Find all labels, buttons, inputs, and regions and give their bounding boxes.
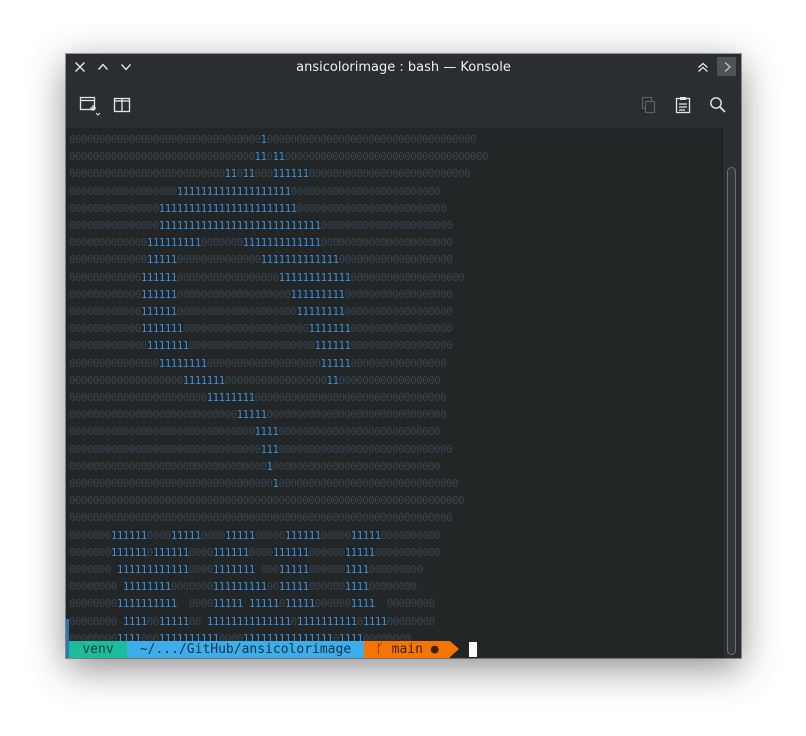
terminal-line: 0000000000000000000000000000000000000000… [69,494,464,508]
paste-icon[interactable] [672,94,694,116]
titlebar[interactable]: ansicolorimage : bash — Konsole [66,54,741,81]
terminal-line: 0000000000000000000000000000000001000000… [69,459,441,473]
terminal-line: 0000000000000000000000011111111000000000… [69,391,447,405]
terminal-line: 0000000000000000000000000011011000111111… [69,167,471,181]
terminal-line: 0000000000000000000000000000000011100000… [69,442,453,456]
konsole-window: ansicolorimage : bash — Konsole 00000000… [66,54,741,658]
terminal-line: 0000000000000001111111111111111111111111… [69,219,453,233]
terminal-line: 00000000 1111001111100 11111111111111011… [69,614,435,628]
terminal-line: 0000000000001111110000000000000000011111… [69,270,465,284]
terminal-line: 0000000000000000000000000000000000100000… [69,477,459,491]
terminal-line: 0000000000000001111111100000000000000000… [69,356,447,370]
terminal-line: 0000000000000111111111000000011111111111… [69,236,453,250]
terminal-line: 0000000000001111110000000000000000000011… [69,305,453,319]
prompt-venv-segment: venv [69,641,127,658]
terminal-line: 0000000000000000001111111111111111111000… [69,184,441,198]
toolbar [66,81,741,129]
terminal-line: 0000000111111011111100001111110000111111… [69,545,441,559]
prompt-path-segment: ~/.../GitHub/ansicolorimage [127,641,364,658]
copy-icon[interactable] [637,94,659,116]
terminal-view[interactable]: 0000000000000000000000000000000010000000… [66,128,722,658]
terminal-line: 0000000000000001111111111111111111111100… [69,201,447,215]
shell-prompt: venv ~/.../GitHub/ansicolorimage ᚴ main … [66,619,722,658]
terminal-line: 0000000000000111110000000000000011111111… [69,253,453,267]
prompt-git-branch: ᚴ main ● [376,642,439,657]
prompt-separator [450,641,459,657]
search-icon[interactable] [707,94,729,116]
terminal-line: 00000000 1111111100000001111111110011111… [69,580,417,594]
prompt-git-segment: ᚴ main ● [364,641,450,658]
terminal-line: 0000000000000000000000000000000111100000… [69,425,441,439]
terminal-line: 0000000000000000000000000000000110110000… [69,150,489,164]
terminal-line: 0000000000001111110000000000000000000111… [69,287,453,301]
terminal-line: 0000000 11111111111100001111111 00011111… [69,563,423,577]
terminal-line: 0000000000000111111100000000000000000000… [69,339,453,353]
new-tab-icon[interactable] [78,94,100,116]
ansi-image-output: 0000000000000000000000000000000010000000… [69,131,488,647]
text-cursor [469,642,477,657]
terminal-line: 0000000000000000000000000000000010000000… [69,133,476,146]
terminal-line: 0000000000000000000000000000111110000000… [69,408,447,422]
chevron-right-icon[interactable] [717,57,736,76]
window-title: ansicolorimage : bash — Konsole [296,60,511,75]
split-view-icon[interactable] [111,94,133,116]
terminal-line: 000000001111111111 000011111 11111011111… [69,597,435,611]
terminal-line: 0000000000000000000111111100000000000000… [69,373,441,387]
scrollbar[interactable] [722,128,741,658]
terminal-line: 0000000000001111111000000000000000000000… [69,322,453,336]
scrollbar-thumb[interactable] [727,167,736,655]
terminal-line: 0000000111111000011111000011111000001111… [69,528,441,542]
terminal-line: 0000000000000000000000000000000000000000… [69,511,453,525]
double-chevron-up-icon[interactable] [694,58,712,76]
